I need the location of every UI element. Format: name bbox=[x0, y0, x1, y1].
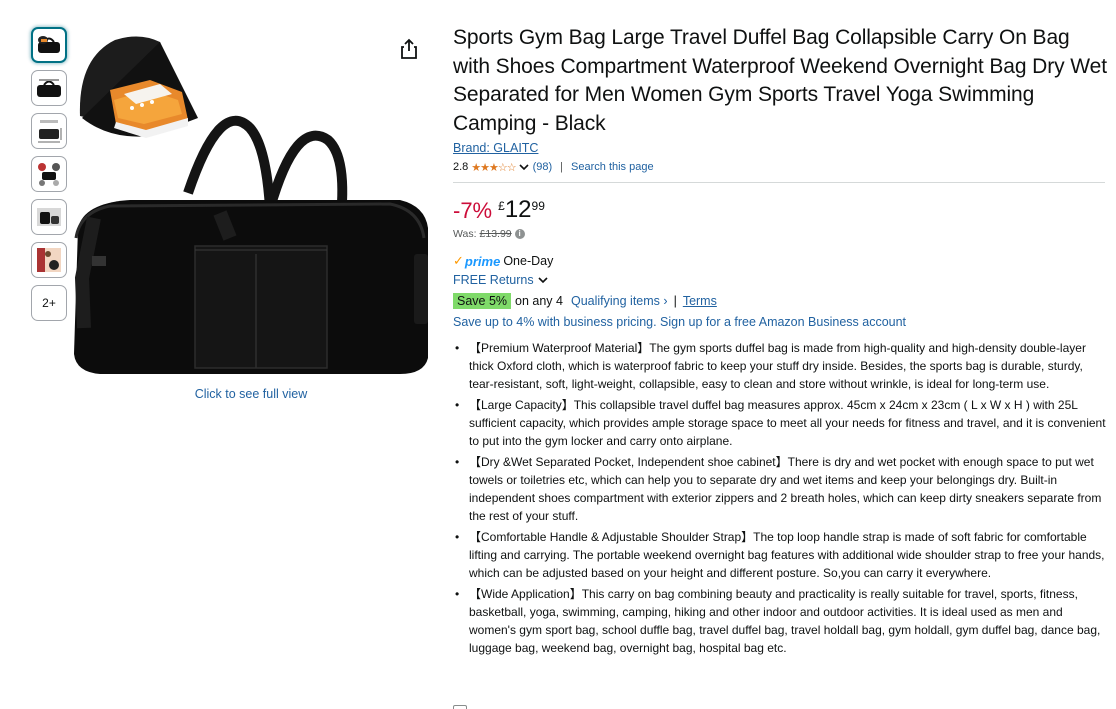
feature-bullets: 【Premium Waterproof Material】The gym spo… bbox=[453, 339, 1108, 657]
more-images-button[interactable]: 2+ bbox=[31, 285, 67, 321]
thumbnail-1[interactable] bbox=[31, 27, 67, 63]
thumbnail-6[interactable] bbox=[31, 242, 67, 278]
divider bbox=[453, 182, 1105, 183]
bag-thumbnail-icon bbox=[37, 79, 61, 97]
product-info: Sports Gym Bag Large Travel Duffel Bag C… bbox=[453, 24, 1108, 660]
product-main-image[interactable] bbox=[70, 28, 432, 380]
business-pricing-link[interactable]: Save up to 4% with business pricing. Sig… bbox=[453, 315, 1108, 329]
full-view-link[interactable]: Click to see full view bbox=[150, 387, 352, 401]
save-badge: Save 5% bbox=[453, 293, 512, 309]
feature-bullet: 【Comfortable Handle & Adjustable Shoulde… bbox=[453, 528, 1108, 582]
price-row: -7% £ 12 99 bbox=[453, 197, 1108, 227]
chevron-down-icon bbox=[538, 277, 548, 284]
lifestyle-icon bbox=[37, 248, 61, 272]
size-diagram-icon bbox=[38, 120, 62, 143]
review-count-link[interactable]: (98) bbox=[533, 161, 553, 173]
rating-row: 2.8 ★★★☆☆ (98) | Search this page bbox=[453, 160, 1108, 174]
brand-link[interactable]: Brand: GLAITC bbox=[453, 141, 538, 155]
was-price-row: Was: £13.99 i bbox=[453, 228, 1108, 240]
terms-link[interactable]: Terms bbox=[683, 294, 717, 308]
feature-bullet: 【Large Capacity】This collapsible travel … bbox=[453, 396, 1108, 450]
features-icon bbox=[38, 163, 60, 186]
thumbnail-5[interactable] bbox=[31, 199, 67, 235]
discount-percent: -7% bbox=[453, 198, 493, 223]
rating-value: 2.8 bbox=[453, 161, 469, 173]
promo-condition: on any 4 bbox=[515, 294, 563, 308]
thumbnail-4[interactable] bbox=[31, 156, 67, 192]
bag-in-use-icon bbox=[37, 208, 61, 226]
share-icon[interactable] bbox=[399, 38, 419, 60]
star-rating-icon[interactable]: ★★★☆☆ bbox=[471, 161, 516, 174]
price-fraction: 99 bbox=[531, 199, 545, 213]
checkbox[interactable] bbox=[453, 705, 467, 709]
thumbnail-3[interactable] bbox=[31, 113, 67, 149]
was-price: £13.99 bbox=[479, 228, 512, 240]
prime-speed: One-Day bbox=[503, 254, 554, 268]
info-icon[interactable]: i bbox=[514, 229, 525, 239]
price-whole: 12 bbox=[504, 196, 532, 223]
prime-check-icon: ✓ bbox=[453, 253, 464, 268]
product-title: Sports Gym Bag Large Travel Duffel Bag C… bbox=[453, 26, 1107, 135]
qualifying-items-link[interactable]: Qualifying items › bbox=[571, 294, 668, 308]
feature-bullet: 【Wide Application】This carry on bag comb… bbox=[453, 585, 1108, 657]
promo-row: Save 5% on any 4 Qualifying items › | Te… bbox=[453, 293, 1108, 309]
was-label: Was: bbox=[453, 228, 477, 240]
separator: | bbox=[673, 294, 677, 308]
free-returns-label: FREE Returns bbox=[453, 273, 534, 287]
prime-logo: prime bbox=[464, 253, 501, 269]
free-returns-link[interactable]: FREE Returns bbox=[453, 273, 1108, 287]
prime-row: ✓ prime One-Day bbox=[453, 253, 1108, 269]
price-currency: £ bbox=[498, 199, 505, 213]
search-this-page-link[interactable]: Search this page bbox=[571, 161, 654, 173]
bag-thumbnail-icon bbox=[38, 36, 60, 53]
thumbnail-2[interactable] bbox=[31, 70, 67, 106]
feature-bullet: 【Premium Waterproof Material】The gym spo… bbox=[453, 339, 1108, 393]
thumbnail-strip: 2+ bbox=[31, 27, 67, 321]
feature-bullet: 【Dry &Wet Separated Pocket, Independent … bbox=[453, 453, 1108, 525]
separator: | bbox=[560, 161, 564, 173]
chevron-down-icon[interactable] bbox=[519, 163, 529, 171]
